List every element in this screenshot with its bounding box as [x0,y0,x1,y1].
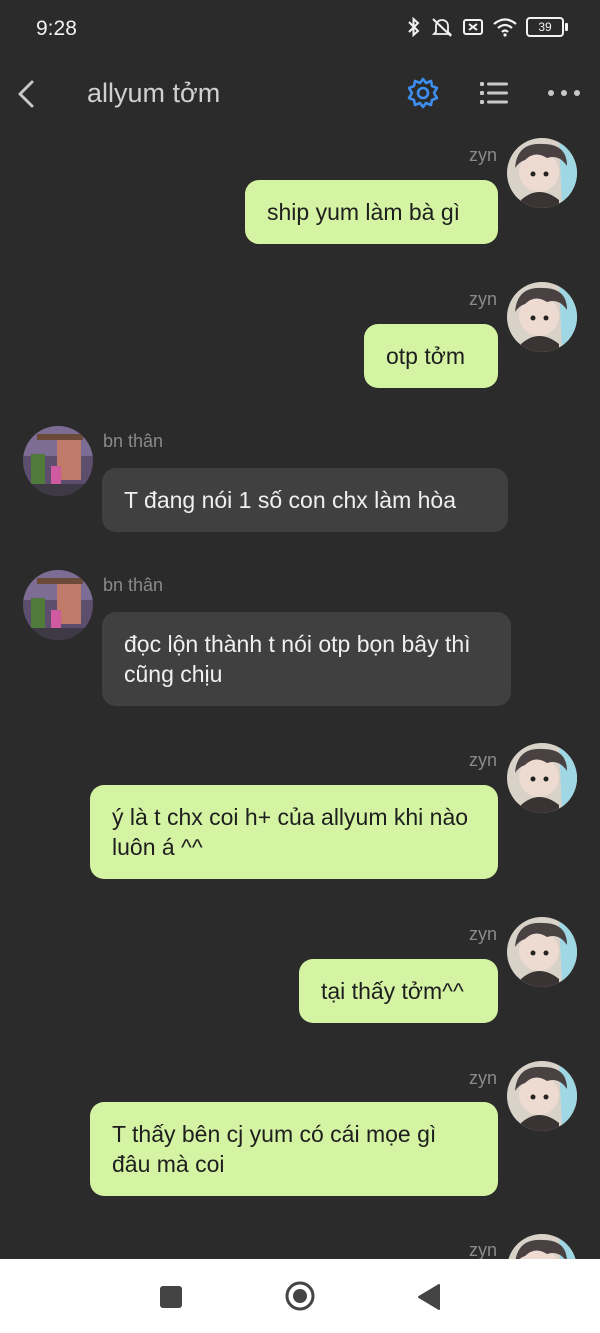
sender-name: zyn [468,289,497,309]
sender-name: zyn [468,1068,497,1088]
message-bubble[interactable]: tại thấy tởm^^ [299,959,498,1023]
message-bubble[interactable]: ý là t chx coi h+ của allyum khi nào luô… [90,785,498,879]
status-bar: 9:28 39 [0,0,600,60]
avatar[interactable] [507,1061,577,1131]
avatar[interactable] [507,282,577,352]
avatar-image [507,917,577,987]
message-bubble[interactable]: T đang nói 1 số con chx làm hòa [102,468,508,532]
avatar-image [507,743,577,813]
back-triangle-icon[interactable] [416,1283,442,1311]
message-bubble[interactable]: ship yum làm bà gì [245,180,498,244]
avatar[interactable] [507,743,577,813]
recents-icon[interactable] [160,1286,182,1308]
avatar[interactable] [23,570,93,640]
avatar[interactable] [507,138,577,208]
avatar-image [507,282,577,352]
back-icon[interactable] [12,74,42,114]
avatar-image [507,1061,577,1131]
bluetooth-icon [408,16,420,38]
sender-name: bn thân [103,431,164,451]
battery-level: 39 [538,20,552,34]
sender-name: bn thân [103,575,164,595]
message-bubble[interactable]: T thấy bên cj yum có cái mọe gì đâu mà c… [90,1102,498,1196]
more-icon[interactable] [546,86,582,100]
status-icons: 39 [406,16,568,38]
avatar[interactable] [23,426,93,496]
avatar-image [507,138,577,208]
message-bubble[interactable]: đọc lộn thành t nói otp bọn bây thì cũng… [102,612,511,706]
gear-icon[interactable] [406,76,440,110]
chat-header: allyum tởm [0,60,600,130]
chat-title: allyum tởm [87,78,221,108]
system-nav-bar [0,1259,600,1333]
sender-name: zyn [468,1240,497,1260]
message-bubble[interactable]: otp tởm [364,324,498,388]
avatar-image [23,426,93,496]
wifi-icon [493,18,517,37]
battery-icon: 39 [526,17,568,37]
avatar[interactable] [507,917,577,987]
avatar-image [23,570,93,640]
sender-name: zyn [468,924,497,944]
sender-name: zyn [468,750,497,770]
sender-name: zyn [468,145,497,165]
list-icon[interactable] [478,78,510,108]
status-time: 9:28 [36,17,77,40]
silent-icon [431,18,453,37]
sim-icon [463,19,483,35]
home-icon[interactable] [284,1280,316,1312]
